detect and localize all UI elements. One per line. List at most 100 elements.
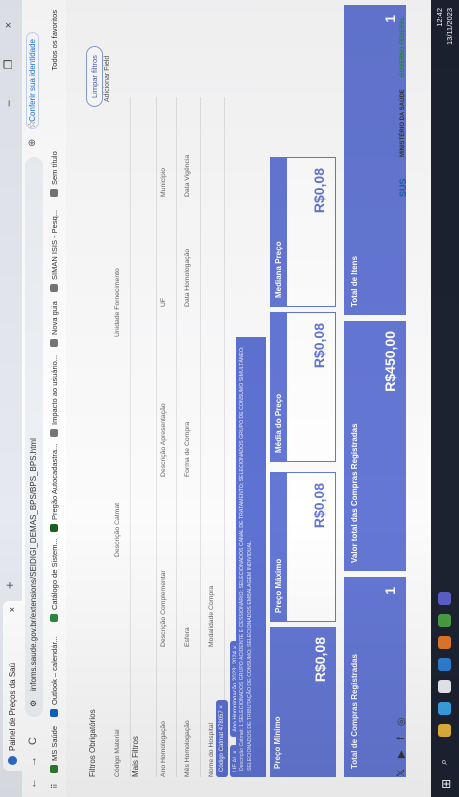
preco-minimo-card: R$0,08 [286, 627, 336, 777]
valor-total-label: Valor total das Compras Registradas [350, 423, 359, 563]
bookmark-item[interactable]: Nova guia [50, 301, 59, 347]
preco-maximo-value: R$0,08 [311, 483, 327, 529]
clear-filters-button[interactable]: Limpar filtros [86, 46, 103, 107]
apps-icon[interactable]: ⠿ [50, 784, 59, 790]
bookmark-item[interactable]: Catálogo de Sistem... [50, 538, 59, 622]
url-text: infoms.saude.gov.br/extensions/SEIDIGI_D… [29, 438, 38, 691]
add-field-button[interactable]: Adicionar Field [104, 56, 111, 102]
filter-field[interactable]: Forma de Compra [184, 422, 191, 477]
search-icon[interactable]: ⌕ [438, 759, 451, 765]
governo-federal-logo: GOVERNO FEDERAL [400, 16, 406, 77]
total-compras-label: Total de Compras Registradas [350, 654, 359, 769]
mediana-preco-card: Mediana Preço R$0,08 [270, 157, 336, 307]
bookmark-favicon-icon [50, 709, 58, 717]
bookmark-label: Impacto ao usuário... [50, 354, 59, 425]
close-tab-icon[interactable]: × [3, 607, 22, 612]
windows-taskbar: ⊞ ⌕ 12:42 13/11/2023 [431, 0, 459, 797]
bookmark-item[interactable]: MS Saúde [50, 726, 59, 773]
filter-field[interactable]: Mês Homologação [184, 720, 191, 777]
bookmark-item[interactable]: SIMAN ISIS - Pesq... [50, 210, 59, 292]
filter-row: Mês Homologação Esfera Forma de Compra D… [176, 97, 201, 777]
bookmarks-bar: ⠿ MS Saúde Outlook – calendár... Catálog… [46, 0, 67, 797]
filter-field[interactable]: Ano Homologação [160, 721, 167, 777]
filter-row: Código Material Descrição Catmat Unidade… [106, 97, 131, 777]
dashboard-page: Filtros Obrigatórios Limpar filtros Adic… [66, 0, 431, 797]
all-bookmarks-button[interactable]: Todos os favoritos [50, 10, 59, 70]
bookmark-item[interactable]: Impacto ao usuário... [50, 355, 59, 437]
outlook-icon[interactable] [438, 658, 451, 671]
selection-summary: Descrição Catmat: 1 SELECIONADOS GRUPO A… [236, 337, 266, 777]
address-bar: ← → C ⚙ infoms.saude.gov.br/extensions/S… [22, 0, 47, 797]
filter-field[interactable]: Unidade Fornecimento [114, 268, 121, 337]
filter-field[interactable]: UF [160, 298, 167, 307]
browser-screen: Painel de Preços da Saú × + – ❐ × ← → C … [0, 0, 459, 797]
profile-button[interactable]: Conferir sua identidade [26, 32, 39, 129]
url-field[interactable]: ⚙ infoms.saude.gov.br/extensions/SEIDIGI… [25, 157, 43, 717]
window-controls[interactable]: – ❐ × [2, 8, 15, 107]
filter-field[interactable]: Descrição Complementar [160, 570, 167, 647]
bookmark-favicon-icon [50, 614, 58, 622]
valor-total-card: Valor total das Compras Registradas R$45… [344, 321, 406, 571]
filter-field[interactable]: Município [160, 168, 167, 197]
sus-logo: SUS [398, 178, 408, 197]
bookmark-favicon-icon [50, 284, 58, 292]
excel-icon[interactable] [438, 614, 451, 627]
mandatory-filters-title: Filtros Obrigatórios [88, 709, 97, 777]
bookmark-label: Sem título [50, 151, 59, 185]
browser-tab[interactable]: Painel de Preços da Saú × [3, 601, 22, 771]
total-compras-value: 1 [382, 587, 398, 595]
bookmark-label: Catálogo de Sistem... [50, 538, 59, 610]
tab-bar: Painel de Preços da Saú × + – ❐ × [0, 0, 22, 797]
total-itens-label: Total de Itens [350, 256, 359, 307]
zoom-icon[interactable]: ⊕ [27, 139, 38, 147]
filter-field[interactable]: Modalidade Compra [208, 586, 215, 647]
bookmark-favicon-icon [50, 189, 58, 197]
media-preco-label: Média do Preço [271, 313, 287, 461]
back-icon[interactable]: ← [27, 778, 39, 789]
bookmark-label: Pregão Autocadastra... [50, 443, 59, 520]
bookmark-label: Nova guia [50, 301, 59, 335]
filter-field[interactable]: Esfera [184, 627, 191, 647]
forward-icon[interactable]: → [27, 756, 39, 767]
valor-total-value: R$450,00 [382, 331, 398, 392]
system-clock[interactable]: 12:42 13/11/2023 [435, 8, 455, 45]
chrome-icon[interactable] [438, 680, 451, 693]
mediana-preco-label: Mediana Preço [271, 158, 287, 306]
filter-field[interactable]: Descrição Catmat [114, 503, 121, 557]
filter-chip[interactable]: Código Catmat 478057 × [216, 700, 228, 777]
site-favicon-icon [8, 756, 17, 765]
filter-field[interactable]: Data Vigência [184, 155, 191, 197]
bookmark-label: Outlook – calendár... [50, 636, 59, 705]
preco-minimo-label: Preço Mínimo [270, 627, 286, 777]
filter-field[interactable]: Data Homologação [184, 249, 191, 307]
preco-maximo-card: Preço Máximo R$0,08 [270, 472, 336, 622]
social-links[interactable]: 𝕏 ▶ f ◎ [396, 713, 407, 777]
edge-icon[interactable] [438, 702, 451, 715]
ministerio-logo: MINISTÉRIO DA SAÚDE [400, 89, 406, 157]
filter-field[interactable]: Descrição Apresentação [160, 403, 167, 477]
bookmark-item[interactable]: Sem título [50, 151, 59, 197]
filter-field[interactable]: Código Material [114, 729, 121, 777]
filter-field[interactable]: Nome do Hospital [208, 723, 215, 777]
media-preco-value: R$0,08 [311, 323, 327, 369]
preco-maximo-label: Preço Máximo [271, 473, 287, 621]
teams-icon[interactable] [438, 592, 451, 605]
preco-minimo-value: R$0,08 [312, 637, 328, 683]
bookmark-favicon-icon [50, 765, 58, 773]
app-icon[interactable] [438, 636, 451, 649]
mediana-preco-value: R$0,08 [311, 168, 327, 214]
bookmark-favicon-icon [50, 524, 58, 532]
bookmark-label: MS Saúde [50, 725, 59, 761]
new-tab-button[interactable]: + [2, 581, 17, 589]
bookmark-favicon-icon [50, 339, 58, 347]
media-preco-card: Média do Preço R$0,08 [270, 312, 336, 462]
reload-icon[interactable]: C [27, 737, 39, 745]
bookmark-item[interactable]: Pregão Autocadastra... [50, 444, 59, 532]
tab-title: Painel de Preços da Saú [8, 662, 17, 751]
windows-start-icon[interactable]: ⊞ [439, 779, 453, 789]
more-filters-title: Mais Filtros [131, 736, 140, 777]
site-info-icon[interactable]: ⚙ [25, 700, 43, 707]
clock-time: 12:42 [435, 8, 444, 27]
file-explorer-icon[interactable] [438, 724, 451, 737]
bookmark-item[interactable]: Outlook – calendár... [50, 636, 59, 717]
